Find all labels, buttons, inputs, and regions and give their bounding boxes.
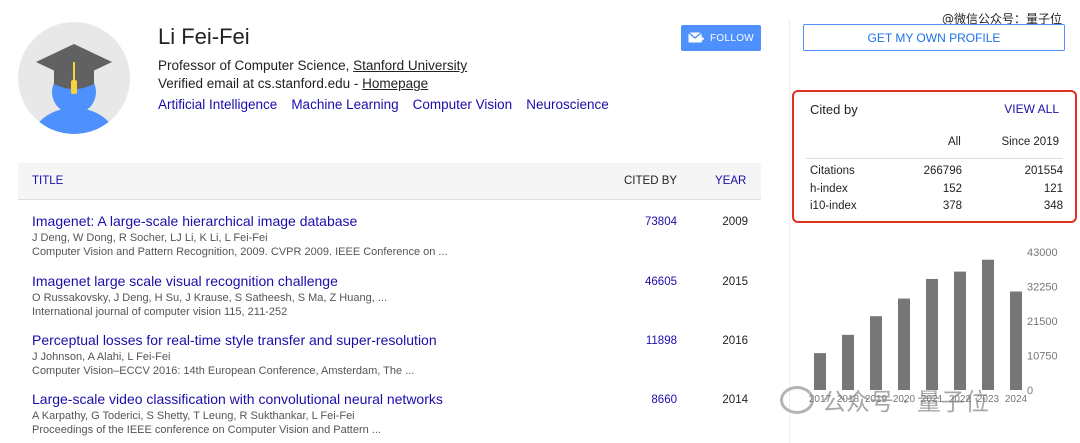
publication-venue: Computer Vision–ECCV 2016: 14th European… bbox=[32, 365, 415, 377]
table-divider bbox=[806, 158, 1063, 159]
graduation-cap-icon bbox=[32, 44, 116, 134]
y-tick-label: 10750 bbox=[1027, 351, 1058, 363]
cited-by-panel: Cited by VIEW ALL All Since 2019 Citatio… bbox=[792, 90, 1077, 223]
publication-authors: O Russakovsky, J Deng, H Su, J Krause, S… bbox=[32, 292, 388, 304]
cited-count-link[interactable]: 73804 bbox=[618, 216, 677, 228]
bar-2024[interactable] bbox=[1010, 291, 1022, 390]
publication-venue: Computer Vision and Pattern Recognition,… bbox=[32, 246, 448, 258]
bar-2020[interactable] bbox=[898, 298, 910, 390]
publication-title-link[interactable]: Perceptual losses for real-time style tr… bbox=[32, 332, 437, 348]
bar-2023[interactable] bbox=[982, 259, 994, 390]
homepage-link[interactable]: Homepage bbox=[362, 76, 428, 91]
publication-title-link[interactable]: Large-scale video classification with co… bbox=[32, 391, 443, 407]
metric-all: 378 bbox=[942, 200, 962, 212]
cited-count-link[interactable]: 46605 bbox=[618, 276, 677, 288]
cited-by-title: Cited by bbox=[810, 102, 858, 117]
y-tick-label: 21500 bbox=[1027, 316, 1058, 328]
metric-all: 266796 bbox=[923, 165, 962, 177]
bar-2021[interactable] bbox=[926, 278, 938, 390]
verified-text: Verified email at cs.stanford.edu - bbox=[158, 76, 363, 91]
y-tick-label: 32250 bbox=[1027, 282, 1058, 294]
profile-name: Li Fei-Fei bbox=[158, 24, 250, 49]
y-tick-label: 43000 bbox=[1027, 247, 1058, 259]
col-since-header: Since 2019 bbox=[1001, 136, 1059, 148]
watermark-bottom-text: 公众号 · 量子位 bbox=[822, 388, 989, 416]
publication-venue: International journal of computer vision… bbox=[32, 306, 288, 318]
table-row: Imagenet large scale visual recognition … bbox=[18, 273, 761, 331]
metric-label[interactable]: i10-index bbox=[810, 200, 857, 212]
wechat-logo-icon bbox=[780, 385, 814, 414]
metric-label[interactable]: Citations bbox=[810, 165, 855, 177]
metric-since: 348 bbox=[1043, 200, 1063, 212]
affiliation-link[interactable]: Stanford University bbox=[353, 58, 467, 73]
year-column-header[interactable]: YEAR bbox=[715, 175, 746, 187]
follow-button[interactable]: FOLLOW bbox=[681, 25, 761, 51]
watermark-overlay: 公众号 · 量子位 bbox=[780, 382, 989, 417]
publication-year: 2015 bbox=[722, 276, 748, 288]
publication-title-link[interactable]: Imagenet large scale visual recognition … bbox=[32, 273, 338, 289]
publication-title-link[interactable]: Imagenet: A large-scale hierarchical ima… bbox=[32, 213, 357, 229]
bar-2022[interactable] bbox=[954, 271, 966, 390]
metric-label[interactable]: h-index bbox=[810, 183, 848, 195]
affiliation-text: Professor of Computer Science, bbox=[158, 58, 354, 73]
publication-authors: J Johnson, A Alahi, L Fei-Fei bbox=[32, 351, 171, 363]
follow-label: FOLLOW bbox=[709, 32, 755, 44]
publication-year: 2016 bbox=[722, 335, 748, 347]
bar-2019[interactable] bbox=[870, 316, 882, 390]
metric-row: h-index 152 121 bbox=[810, 183, 1063, 201]
metric-all: 152 bbox=[942, 183, 962, 195]
publications-header: TITLE CITED BY YEAR bbox=[18, 163, 761, 200]
cited-count-link[interactable]: 8660 bbox=[618, 394, 677, 406]
mail-icon bbox=[688, 32, 704, 43]
x-tick-label: 2024 bbox=[1005, 394, 1028, 405]
metric-since: 201554 bbox=[1024, 165, 1063, 177]
interest-tag[interactable]: Artificial Intelligence bbox=[158, 97, 277, 112]
affiliation: Professor of Computer Science, Stanford … bbox=[158, 58, 467, 73]
cited-count-link[interactable]: 11898 bbox=[618, 335, 677, 347]
table-row: Perceptual losses for real-time style tr… bbox=[18, 332, 761, 390]
interest-tag[interactable]: Machine Learning bbox=[291, 97, 398, 112]
cited-by-column-header[interactable]: CITED BY bbox=[624, 175, 677, 187]
publication-authors: J Deng, W Dong, R Socher, LJ Li, K Li, L… bbox=[32, 232, 268, 244]
table-row: Imagenet: A large-scale hierarchical ima… bbox=[18, 213, 761, 271]
y-tick-label: 0 bbox=[1027, 385, 1033, 397]
publication-venue: Proceedings of the IEEE conference on Co… bbox=[32, 424, 381, 436]
avatar bbox=[18, 22, 130, 134]
verified-email: Verified email at cs.stanford.edu - Home… bbox=[158, 76, 428, 91]
interest-tag[interactable]: Computer Vision bbox=[413, 97, 513, 112]
publication-year: 2009 bbox=[722, 216, 748, 228]
sidebar-divider bbox=[789, 20, 790, 443]
publication-authors: A Karpathy, G Toderici, S Shetty, T Leun… bbox=[32, 410, 355, 422]
table-row: Large-scale video classification with co… bbox=[18, 391, 761, 443]
publication-year: 2014 bbox=[722, 394, 748, 406]
title-column-header[interactable]: TITLE bbox=[32, 175, 63, 187]
research-interests: Artificial Intelligence Machine Learning… bbox=[158, 97, 609, 112]
metric-row: i10-index 378 348 bbox=[810, 200, 1063, 218]
col-all-header: All bbox=[948, 136, 961, 148]
get-own-profile-button[interactable]: GET MY OWN PROFILE bbox=[803, 24, 1065, 51]
interest-tag[interactable]: Neuroscience bbox=[526, 97, 609, 112]
view-all-link[interactable]: VIEW ALL bbox=[1004, 102, 1059, 116]
metric-since: 121 bbox=[1043, 183, 1063, 195]
metric-row: Citations 266796 201554 bbox=[810, 165, 1063, 183]
